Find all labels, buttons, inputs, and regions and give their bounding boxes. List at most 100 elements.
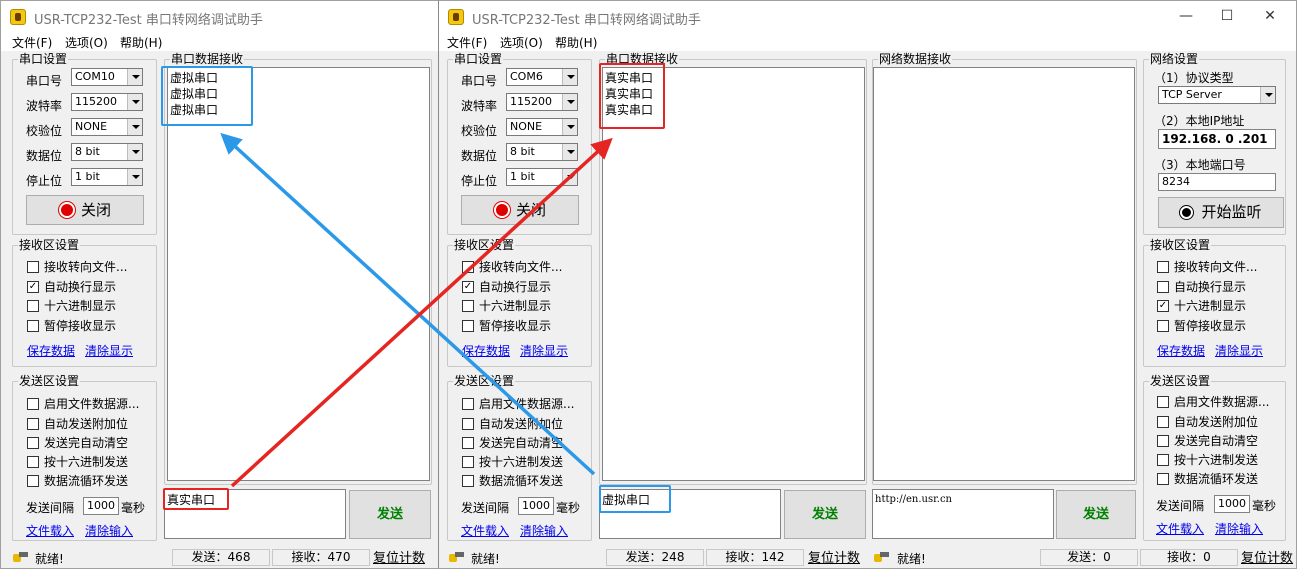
send-button[interactable]: 发送 [349, 490, 431, 539]
file-load-link[interactable]: 文件载入 [461, 522, 509, 539]
net-clear-input-link[interactable]: 清除输入 [1215, 520, 1263, 537]
chevron-down-icon [127, 119, 142, 135]
minimize-icon[interactable]: — [1163, 5, 1209, 29]
group-title: 网络数据接收 [878, 52, 953, 66]
group-title: 接收区设置 [18, 238, 81, 252]
app-icon [448, 9, 464, 25]
stopbits-label: 停止位 [26, 174, 63, 188]
send-text: 虚拟串口 [602, 493, 651, 507]
chevron-down-icon [127, 144, 142, 160]
baud-label: 波特率 [26, 99, 63, 113]
group-title: 接收区设置 [1149, 238, 1212, 252]
chevron-down-icon [562, 69, 577, 85]
title-bar: USR-TCP232-Test 串口转网络调试助手 — ☐ ✕ [439, 1, 1296, 32]
menu-options[interactable]: 选项(O) [65, 34, 108, 51]
local-port-input[interactable]: 8234 [1158, 173, 1276, 191]
close-port-button[interactable]: 关闭 [461, 195, 579, 225]
stopbits-select[interactable]: 1 bit [506, 168, 578, 186]
net-reset-count-button[interactable]: 复位计数 [1241, 547, 1293, 566]
file-load-link[interactable]: 文件载入 [26, 522, 74, 539]
save-data-link[interactable]: 保存数据 [462, 342, 510, 359]
reset-count-button[interactable]: 复位计数 [808, 547, 860, 566]
status-bar: 就绪! 发送：248 接收：142 复位计数 就绪! 发送：0 接收：0 复位计… [439, 546, 1296, 568]
status-ready: 就绪! [35, 552, 64, 566]
status-hand-icon [874, 550, 890, 563]
ip-input[interactable]: 192.168. 0 .201 [1158, 129, 1276, 149]
group-title: 发送区设置 [453, 374, 516, 388]
baud-select[interactable]: 115200 [506, 93, 578, 111]
interval-unit: 毫秒 [121, 501, 146, 515]
recv-count: 接收：470 [272, 549, 370, 566]
port-select[interactable]: COM6 [506, 68, 578, 86]
interval-unit: 毫秒 [556, 501, 581, 515]
clear-display-link[interactable]: 清除显示 [520, 342, 568, 359]
databits-select[interactable]: 8 bit [71, 143, 143, 161]
chevron-down-icon [562, 94, 577, 110]
save-data-link[interactable]: 保存数据 [27, 342, 75, 359]
serial-recv-textarea[interactable]: 真实串口 真实串口 真实串口 [602, 67, 865, 481]
clear-input-link[interactable]: 清除输入 [520, 522, 568, 539]
recv-line: 真实串口 [605, 71, 654, 85]
parity-select[interactable]: NONE [71, 118, 143, 136]
stopbits-label: 停止位 [461, 174, 498, 188]
menu-options[interactable]: 选项(O) [500, 34, 543, 51]
interval-label: 发送间隔 [461, 501, 510, 515]
interval-input[interactable]: 1000 [518, 497, 554, 515]
baud-select[interactable]: 115200 [71, 93, 143, 111]
interval-label: 发送间隔 [26, 501, 75, 515]
databits-label: 数据位 [461, 149, 498, 163]
protocol-select[interactable]: TCP Server [1158, 86, 1276, 104]
stopbits-select[interactable]: 1 bit [71, 168, 143, 186]
net-recv-textarea[interactable] [873, 67, 1135, 481]
record-icon [493, 202, 510, 218]
chevron-down-icon [127, 69, 142, 85]
chevron-down-icon [127, 94, 142, 110]
parity-label: 校验位 [26, 124, 63, 138]
serial-recv-textarea[interactable]: 虚拟串口 虚拟串口 虚拟串口 [167, 67, 430, 481]
parity-select[interactable]: NONE [506, 118, 578, 136]
net-file-load-link[interactable]: 文件载入 [1156, 520, 1204, 537]
net-sent-count: 发送：0 [1040, 549, 1138, 566]
record-icon [58, 202, 75, 218]
databits-select[interactable]: 8 bit [506, 143, 578, 161]
sent-count: 发送：468 [172, 549, 270, 566]
listen-icon [1180, 206, 1194, 219]
close-port-button[interactable]: 关闭 [26, 195, 144, 225]
status-ready: 就绪! [471, 552, 500, 566]
port-select[interactable]: COM10 [71, 68, 143, 86]
menu-bar: 文件(F) 选项(O) 帮助(H) [439, 32, 1296, 51]
clear-input-link[interactable]: 清除输入 [85, 522, 133, 539]
menu-file[interactable]: 文件(F) [12, 34, 52, 51]
menu-file[interactable]: 文件(F) [447, 34, 487, 51]
group-title: 串口数据接收 [605, 52, 680, 66]
net-send-textarea[interactable]: http://en.usr.cn [872, 489, 1054, 539]
chevron-down-icon [127, 169, 142, 185]
interval-input[interactable]: 1000 [83, 497, 119, 515]
databits-label: 数据位 [26, 149, 63, 163]
maximize-icon[interactable]: ☐ [1204, 5, 1250, 29]
net-recv-count: 接收：0 [1140, 549, 1238, 566]
net-interval-input[interactable]: 1000 [1214, 495, 1250, 513]
send-text: 真实串口 [167, 493, 216, 507]
protocol-label: （1）协议类型 [1154, 71, 1234, 85]
net-clear-display-link[interactable]: 清除显示 [1215, 342, 1263, 359]
menu-help[interactable]: 帮助(H) [120, 34, 162, 51]
local-port-label: （3）本地端口号 [1154, 158, 1246, 172]
port-label: 串口号 [26, 74, 63, 88]
net-save-data-link[interactable]: 保存数据 [1157, 342, 1205, 359]
start-listen-button[interactable]: 开始监听 [1158, 197, 1284, 228]
close-icon[interactable]: ✕ [1247, 5, 1293, 29]
group-title: 网络设置 [1149, 52, 1200, 66]
serial-send-textarea[interactable]: 虚拟串口 [599, 489, 781, 539]
reset-count-button[interactable]: 复位计数 [373, 547, 425, 566]
window-title: USR-TCP232-Test 串口转网络调试助手 [472, 13, 701, 28]
clear-display-link[interactable]: 清除显示 [85, 342, 133, 359]
net-send-button[interactable]: 发送 [1056, 490, 1136, 539]
send-button[interactable]: 发送 [784, 490, 866, 539]
chevron-down-icon [562, 144, 577, 160]
recv-line: 虚拟串口 [170, 103, 219, 117]
serial-send-textarea[interactable]: 真实串口 [164, 489, 346, 539]
group-title: 发送区设置 [1149, 374, 1212, 388]
recv-line: 虚拟串口 [170, 87, 219, 101]
menu-help[interactable]: 帮助(H) [555, 34, 597, 51]
